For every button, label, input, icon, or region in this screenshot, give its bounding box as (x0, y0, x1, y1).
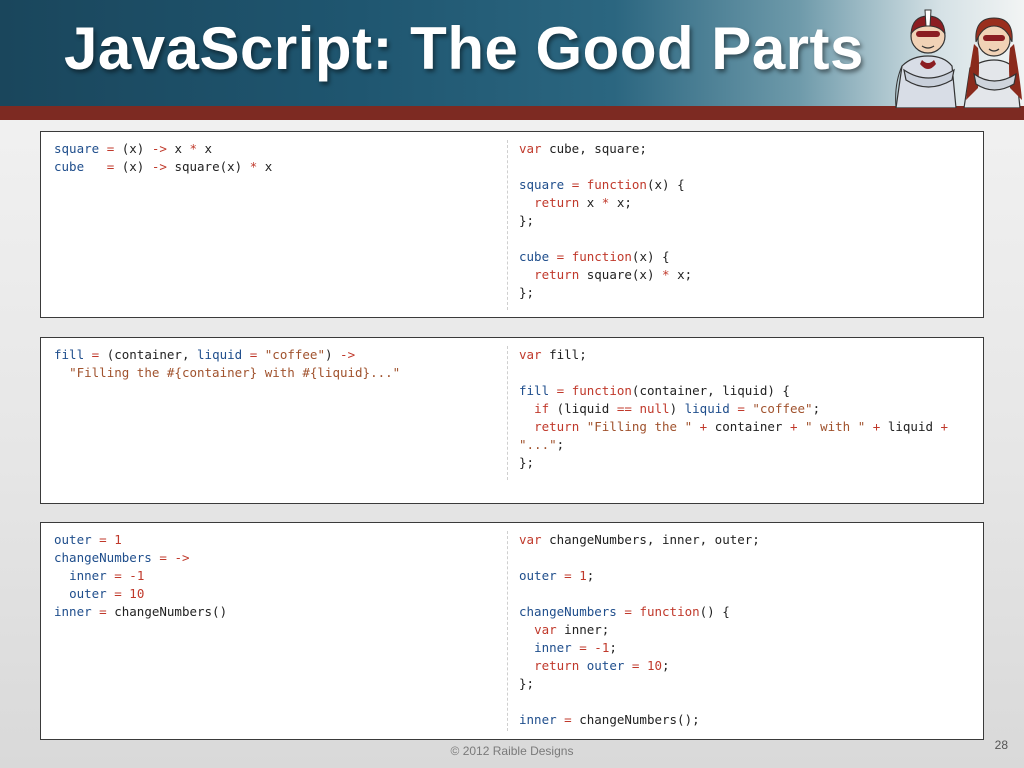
code-line: changeNumbers = -> (54, 550, 190, 565)
code-line: outer = 10 (69, 586, 145, 601)
code-line: inner = -1 (69, 568, 145, 583)
code-line: }; (519, 676, 535, 691)
code-line: fill = (container, liquid = "coffee") -> (54, 347, 356, 362)
code-line: outer = 1 (54, 532, 122, 547)
code-line: return "Filling the " + container + " wi… (534, 419, 949, 434)
code-line: var inner; (534, 622, 610, 637)
code-comparison-panel-2: fill = (container, liquid = "coffee") ->… (40, 337, 984, 504)
code-line: square = (x) -> x * x (54, 141, 213, 156)
code-line: "Filling the #{container} with #{liquid}… (69, 365, 401, 380)
code-line: }; (519, 213, 535, 228)
code-line: cube = function(x) { (519, 249, 670, 264)
code-line: }; (519, 285, 535, 300)
code-line: inner = -1; (534, 640, 617, 655)
javascript-code: var cube, square; square = function(x) {… (519, 140, 692, 302)
page-number: 28 (994, 738, 1008, 752)
javascript-code: var changeNumbers, inner, outer; outer =… (519, 531, 760, 729)
code-line: return square(x) * x; (534, 267, 693, 282)
code-line: inner = changeNumbers() (54, 604, 228, 619)
code-line: cube = (x) -> square(x) * x (54, 159, 273, 174)
code-line: return x * x; (534, 195, 632, 210)
code-line: outer = 1; (519, 568, 595, 583)
coffeescript-code: square = (x) -> x * x cube = (x) -> squa… (54, 140, 272, 176)
column-divider (507, 346, 508, 480)
code-line: square = function(x) { (519, 177, 685, 192)
code-line: var fill; (519, 347, 587, 362)
javascript-code: var fill; fill = function(container, liq… (519, 346, 948, 472)
coffeescript-code: outer = 1 changeNumbers = -> inner = -1 … (54, 531, 227, 621)
title-bar-stripe (0, 106, 1024, 120)
code-line: return outer = 10; (534, 658, 670, 673)
code-comparison-panel-1: square = (x) -> x * x cube = (x) -> squa… (40, 131, 984, 318)
code-line: var cube, square; (519, 141, 647, 156)
code-comparison-panel-3: outer = 1 changeNumbers = -> inner = -1 … (40, 522, 984, 740)
column-divider (507, 140, 508, 310)
code-line: inner = changeNumbers(); (519, 712, 700, 727)
code-line: fill = function(container, liquid) { (519, 383, 790, 398)
slide-title: JavaScript: The Good Parts (64, 15, 864, 82)
code-line: }; (519, 455, 535, 470)
column-divider (507, 531, 508, 731)
code-line: var changeNumbers, inner, outer; (519, 532, 760, 547)
superhero-duo-illustration (895, 9, 1022, 108)
code-line: changeNumbers = function() { (519, 604, 730, 619)
copyright-footer: © 2012 Raible Designs (450, 744, 574, 758)
code-line: "..."; (519, 437, 565, 452)
coffeescript-code: fill = (container, liquid = "coffee") ->… (54, 346, 400, 382)
code-line: if (liquid == null) liquid = "coffee"; (534, 401, 821, 416)
